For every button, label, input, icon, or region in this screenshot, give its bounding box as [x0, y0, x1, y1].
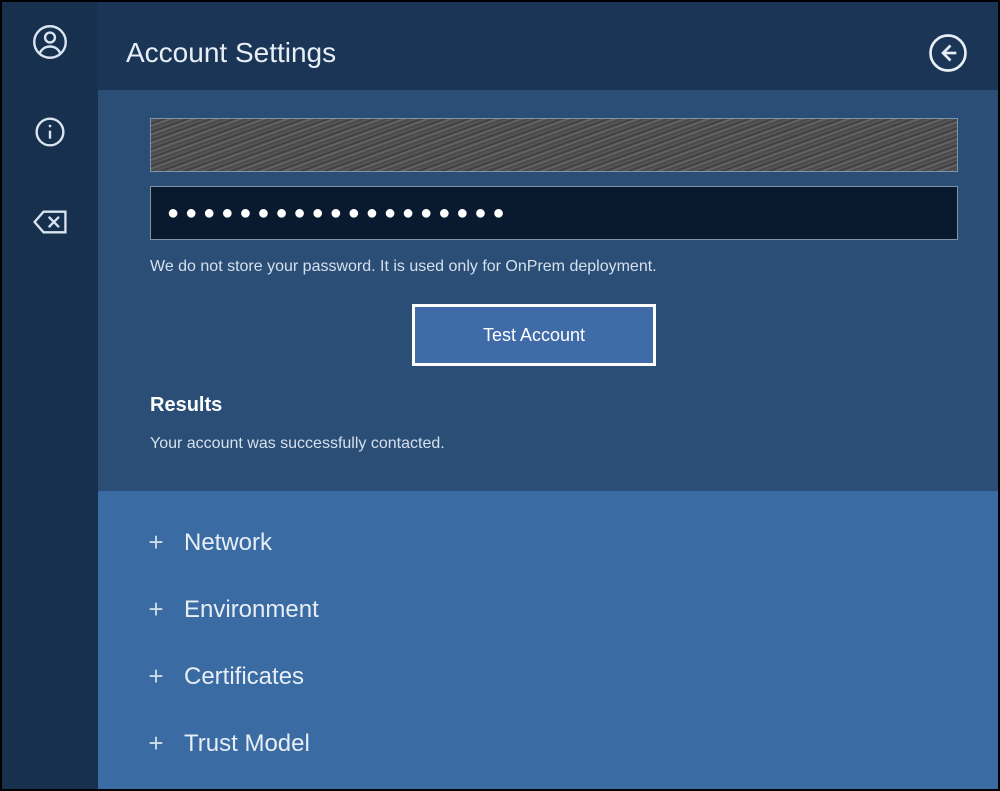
password-value: ●●●●●●●●●●●●●●●●●●● [167, 202, 511, 225]
plus-icon: + [146, 594, 166, 625]
plus-icon: + [146, 728, 166, 759]
sections-panel: + Network + Environment + Certificates +… [98, 491, 998, 789]
page-title: Account Settings [126, 37, 336, 69]
section-label: Network [184, 529, 272, 557]
account-panel: ●●●●●●●●●●●●●●●●●●● We do not store your… [98, 90, 998, 491]
clear-icon[interactable] [30, 202, 70, 242]
section-network[interactable]: + Network [146, 509, 958, 576]
sidebar [2, 2, 98, 789]
section-label: Environment [184, 596, 319, 624]
section-label: Trust Model [184, 730, 310, 758]
plus-icon: + [146, 661, 166, 692]
plus-icon: + [146, 527, 166, 558]
section-label: Certificates [184, 663, 304, 691]
test-account-button[interactable]: Test Account [412, 304, 656, 366]
section-environment[interactable]: + Environment [146, 576, 958, 643]
section-trust-model[interactable]: + Trust Model [146, 710, 958, 777]
password-input[interactable]: ●●●●●●●●●●●●●●●●●●● [150, 186, 958, 240]
password-hint: We do not store your password. It is use… [150, 258, 958, 276]
results-text: Your account was successfully contacted. [150, 435, 958, 453]
account-icon[interactable] [30, 22, 70, 62]
info-icon[interactable] [30, 112, 70, 152]
main-pane: Account Settings ●●●●●●●●●●●●●●●●●●● We … [98, 2, 998, 789]
section-certificates[interactable]: + Certificates [146, 643, 958, 710]
username-input[interactable] [150, 118, 958, 172]
results-heading: Results [150, 394, 958, 417]
back-button[interactable] [926, 31, 970, 75]
header: Account Settings [98, 2, 998, 90]
